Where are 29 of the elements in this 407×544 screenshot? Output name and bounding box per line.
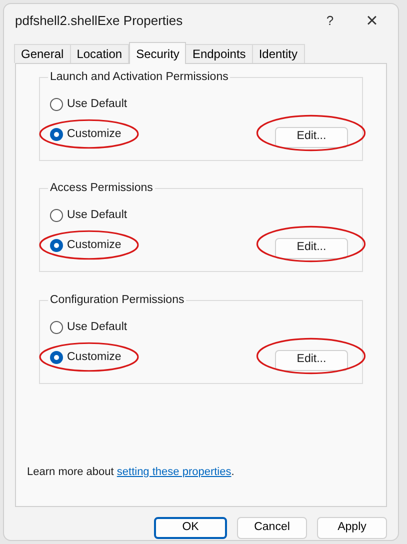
radio-label: Use Default [67, 208, 128, 223]
tab[interactable]: Endpoints [185, 44, 253, 63]
tab[interactable]: Identity [252, 44, 305, 63]
radio-button[interactable] [50, 321, 63, 334]
radio-label: Customize [67, 238, 122, 254]
window-title: pdfshell2.shellExe Properties [15, 12, 184, 30]
dialog-button[interactable]: Cancel [237, 517, 307, 539]
close-button[interactable]: × [350, 6, 394, 36]
edit-button[interactable]: Edit... [275, 126, 348, 148]
radio-button[interactable] [50, 128, 63, 142]
radio-button[interactable] [50, 351, 63, 364]
radio-button[interactable] [50, 239, 63, 252]
radio-label: Customize [67, 350, 122, 366]
tab[interactable]: Location [70, 44, 130, 63]
edit-button[interactable]: Edit... [275, 238, 348, 258]
radio-label: Use Default [67, 320, 128, 335]
help-button[interactable]: ? [310, 11, 350, 31]
dialog-button[interactable]: OK [154, 517, 227, 539]
tab[interactable]: General [14, 44, 71, 63]
properties-link[interactable]: setting these properties [116, 466, 232, 478]
radio-label: Customize [67, 127, 122, 142]
dialog-button[interactable]: Apply [317, 517, 387, 539]
edit-button[interactable]: Edit... [275, 350, 348, 370]
group-title: Configuration Permissions [48, 293, 186, 307]
learn-more-text: Learn more about setting these properties. [27, 464, 236, 480]
tab[interactable]: Security [129, 42, 186, 64]
radio-button[interactable] [50, 98, 63, 112]
radio-button[interactable] [50, 209, 63, 222]
radio-label: Use Default [67, 97, 128, 112]
